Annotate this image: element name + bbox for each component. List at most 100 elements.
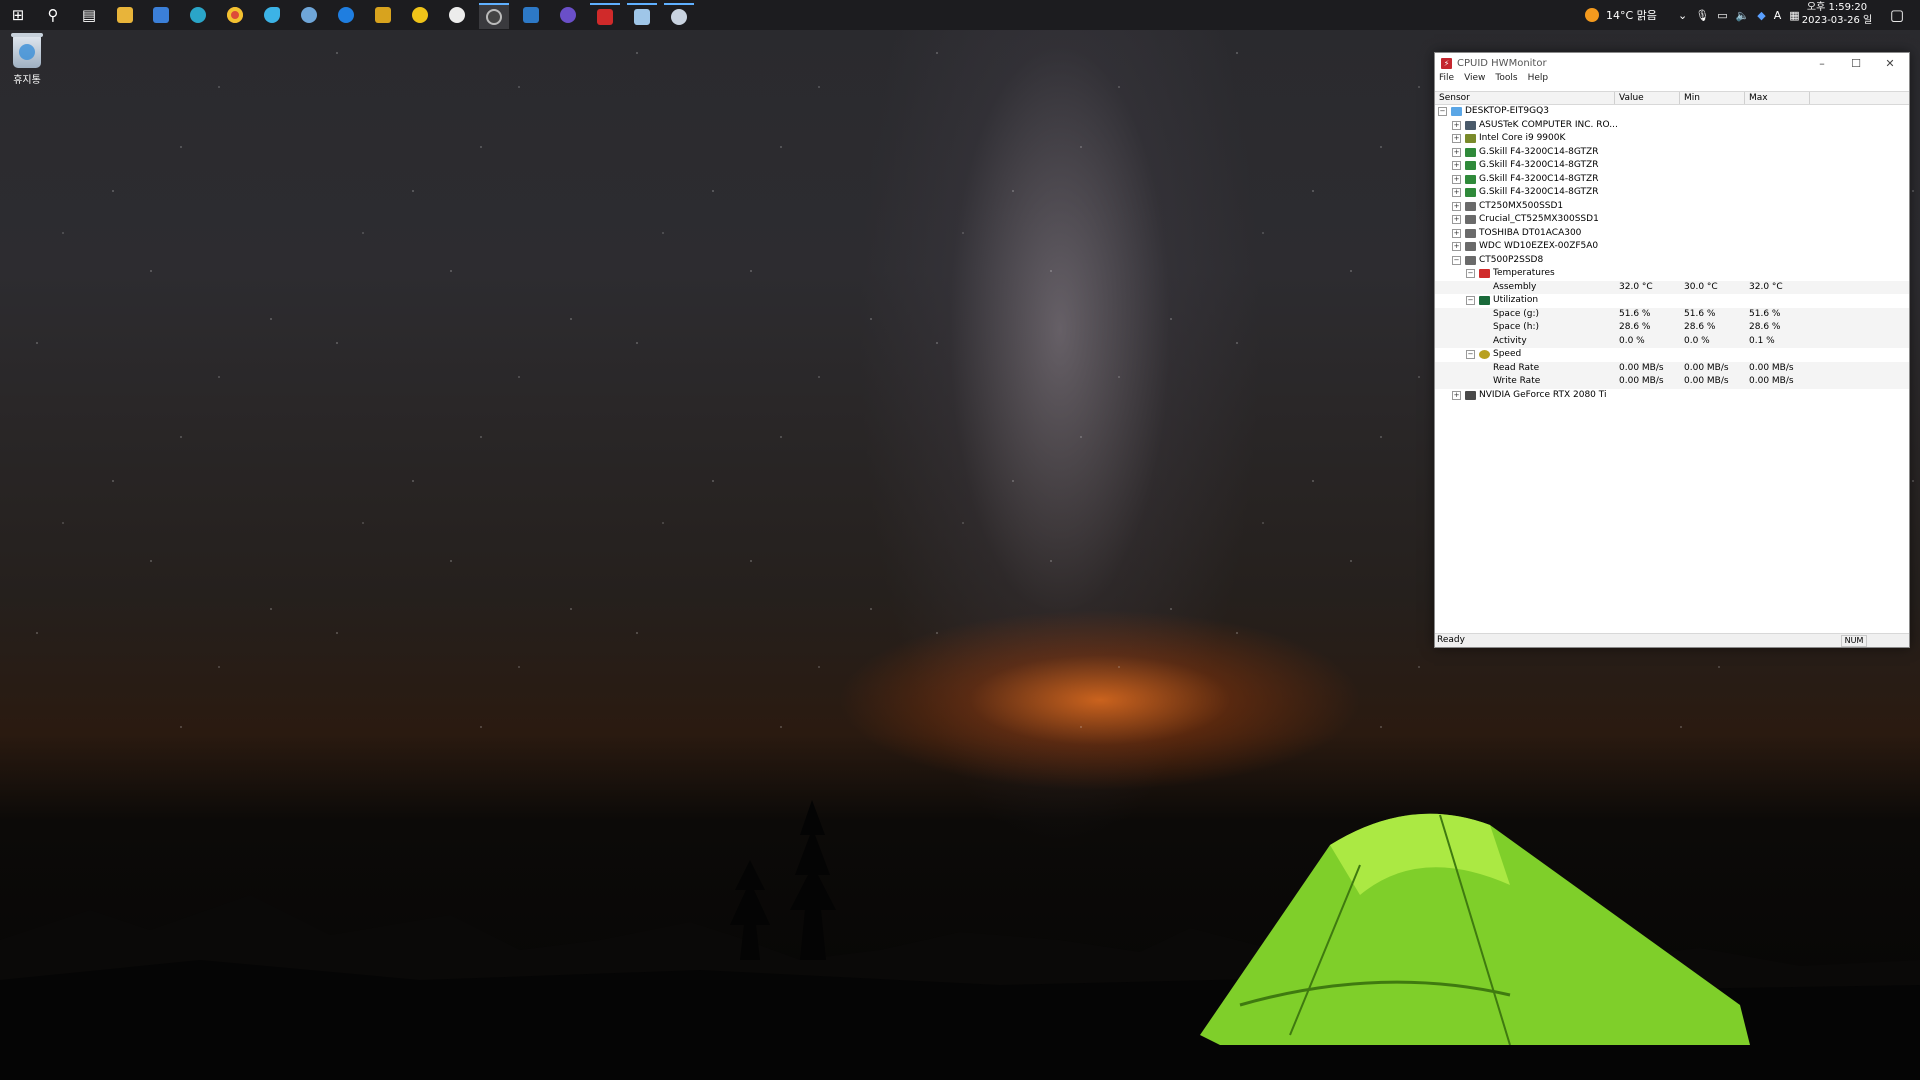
bluetooth-icon[interactable]: ◆ [1757,9,1765,22]
window-app-icon[interactable] [516,3,546,27]
tree-node-row[interactable]: + Crucial_CT525MX300SSD1 [1435,213,1909,227]
chart-app-icon[interactable] [368,3,398,27]
minimize-button[interactable]: – [1805,53,1839,73]
network-icon[interactable]: ▭ [1717,9,1727,22]
tree-node-label-group: + G.Skill F4-3200C14-8GTZR [1452,173,1598,187]
collapse-icon[interactable]: − [1452,255,1461,265]
column-sensor[interactable]: Sensor [1435,92,1615,104]
collapse-icon[interactable]: − [1466,296,1475,306]
column-min[interactable]: Min [1680,92,1745,104]
sensor-reading-row[interactable]: Space (g:) 51.6 % 51.6 % 51.6 % [1435,307,1909,321]
volume-icon[interactable]: 🔈 [1736,9,1750,22]
expand-icon[interactable]: + [1452,134,1461,144]
tree-node-row[interactable]: + ASUSTeK COMPUTER INC. RO... [1435,119,1909,133]
tree-node-row[interactable]: − Temperatures [1435,267,1909,281]
sensor-min: 0.0 % [1684,335,1710,346]
tree-node-label: G.Skill F4-3200C14-8GTZR [1479,160,1599,170]
ime-indicator[interactable]: A [1774,9,1782,22]
expand-icon[interactable]: + [1452,147,1461,157]
tree-node-row[interactable]: − DESKTOP-EIT9GQ3 [1435,105,1909,119]
tree-node-row[interactable]: + G.Skill F4-3200C14-8GTZR [1435,146,1909,160]
sensor-max: 0.00 MB/s [1749,376,1794,386]
tree-node-row[interactable]: + CT250MX500SSD1 [1435,200,1909,214]
tree-node-row[interactable]: + NVIDIA GeForce RTX 2080 Ti [1435,389,1909,403]
tree-node-row[interactable]: + G.Skill F4-3200C14-8GTZR [1435,186,1909,200]
tree-node-label: WDC WD10EZEX-00ZF5A0 [1479,241,1599,251]
yellow-app-icon[interactable] [405,3,435,27]
tree-node-row[interactable]: + WDC WD10EZEX-00ZF5A0 [1435,240,1909,254]
sensor-reading-row[interactable]: Read Rate 0.00 MB/s 0.00 MB/s 0.00 MB/s [1435,361,1909,375]
expand-icon[interactable]: + [1452,390,1461,400]
tree-node-label-group: + G.Skill F4-3200C14-8GTZR [1452,159,1598,173]
bird-app-icon[interactable] [257,3,287,27]
chrome-icon[interactable] [220,3,250,27]
notification-icon[interactable]: ▢ [1882,3,1912,27]
expand-icon[interactable]: + [1452,201,1461,211]
status-bar: Ready NUM [1435,633,1909,647]
column-max[interactable]: Max [1745,92,1810,104]
expand-icon[interactable]: + [1452,188,1461,198]
sensor-reading-row[interactable]: Assembly 32.0 °C 30.0 °C 32.0 °C [1435,280,1909,294]
menu-tools[interactable]: Tools [1495,73,1517,88]
tree-node-label: Utilization [1493,295,1539,305]
sensor-max: 0.1 % [1749,335,1775,346]
column-value[interactable]: Value [1615,92,1680,104]
search-icon[interactable]: ⚲ [38,3,68,27]
tree-node-label: Assembly [1493,281,1537,292]
tree-node-row[interactable]: − CT500P2SSD8 [1435,254,1909,268]
menu-help[interactable]: Help [1528,73,1549,88]
maximize-button[interactable]: ☐ [1839,53,1873,73]
menu-file[interactable]: File [1439,73,1454,88]
speed-icon [1479,350,1490,360]
expand-icon[interactable]: + [1452,120,1461,130]
task-view-icon[interactable]: ▤ [74,3,104,27]
tree-node-label: Space (h:) [1493,322,1540,332]
computer-icon [1451,107,1462,117]
close-button[interactable]: ✕ [1873,53,1907,73]
weather-widget[interactable]: 14°C 맑음 [1585,0,1657,30]
system-tray-icons: ⌄ 🎙 ▭ 🔈 ◆ A ▦ [1678,0,1800,30]
expand-icon[interactable]: + [1452,215,1461,225]
tree-node-row[interactable]: − Utilization [1435,294,1909,308]
tree-node-label-group: − CT500P2SSD8 [1452,254,1543,268]
sensor-reading-row[interactable]: Activity 0.0 % 0.0 % 0.1 % [1435,334,1909,348]
collapse-icon[interactable]: − [1438,107,1447,117]
tree-node-row[interactable]: + Intel Core i9 9900K [1435,132,1909,146]
menu-view[interactable]: View [1464,73,1485,88]
expand-icon[interactable]: + [1452,228,1461,238]
expand-icon[interactable]: + [1452,161,1461,171]
store-icon[interactable] [146,3,176,27]
network-app-icon[interactable] [294,3,324,27]
edge-icon[interactable] [183,3,213,27]
gpu-app-icon[interactable] [664,3,694,29]
sensor-reading-row[interactable]: Write Rate 0.00 MB/s 0.00 MB/s 0.00 MB/s [1435,375,1909,389]
expand-icon[interactable]: + [1452,242,1461,252]
tree-node-row[interactable]: + G.Skill F4-3200C14-8GTZR [1435,173,1909,187]
windows-start-icon[interactable]: ⊞ [3,3,33,27]
tree-node-row[interactable]: + TOSHIBA DT01ACA300 [1435,227,1909,241]
collapse-icon[interactable]: − [1466,269,1475,279]
tree-node-label-group: + TOSHIBA DT01ACA300 [1452,227,1581,241]
column-headers: Sensor Value Min Max [1435,91,1909,105]
chevron-up-icon[interactable]: ⌄ [1678,9,1687,22]
sensor-reading-row[interactable]: Space (h:) 28.6 % 28.6 % 28.6 % [1435,321,1909,335]
tree-node-row[interactable]: + G.Skill F4-3200C14-8GTZR [1435,159,1909,173]
notes-app-icon[interactable] [627,3,657,29]
remote-desktop-icon[interactable] [331,3,361,27]
purple-app-icon[interactable] [553,3,583,27]
sensor-value: 0.0 % [1619,335,1645,346]
tree-node-label-group: Space (h:) [1480,321,1539,335]
clock[interactable]: 오후 1:59:20 2023-03-26 일 [1798,1,1876,27]
collapse-icon[interactable]: − [1466,350,1475,360]
red-app-icon[interactable] [590,3,620,29]
sensor-value: 0.00 MB/s [1619,362,1664,373]
tree-node-row[interactable]: − Speed [1435,348,1909,362]
expand-icon[interactable]: + [1452,174,1461,184]
ball-app-icon[interactable] [442,3,472,27]
hwmonitor-taskbar-icon[interactable] [479,3,509,29]
drive-icon [1465,201,1476,211]
microphone-icon[interactable]: 🎙 [1695,9,1709,22]
recycle-bin[interactable]: 휴지통 [8,33,46,86]
file-explorer-icon[interactable] [110,3,140,27]
status-text: Ready [1437,635,1465,645]
